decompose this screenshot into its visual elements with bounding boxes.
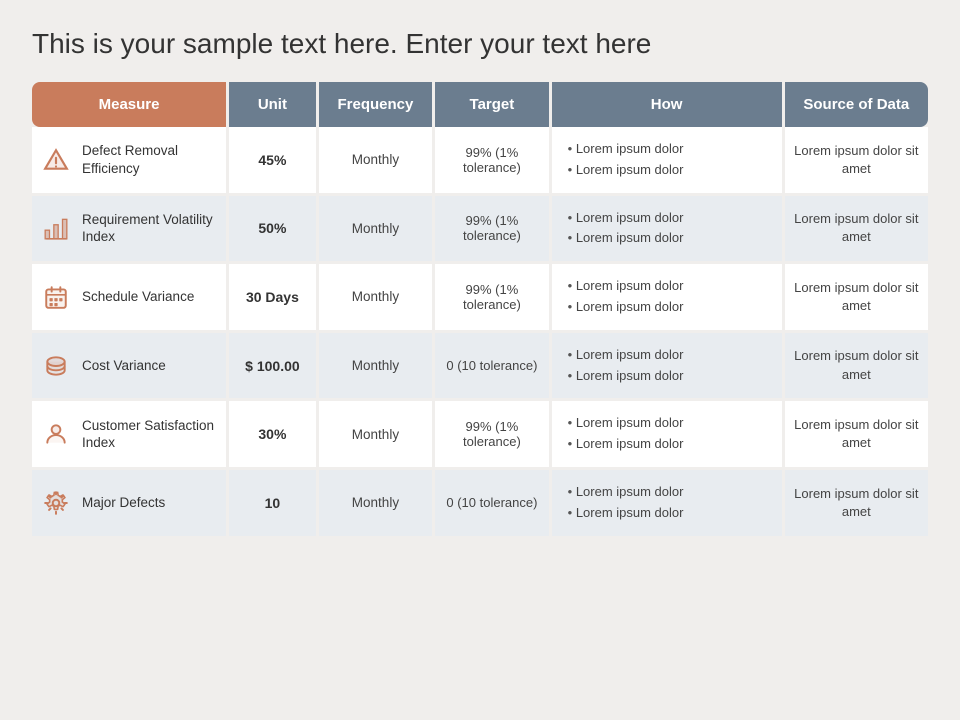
measure-name: Requirement Volatility Index xyxy=(82,211,218,246)
warning-icon xyxy=(40,144,72,176)
how-cell: Lorem ipsum dolorLorem ipsum dolor xyxy=(552,470,785,539)
target-cell: 0 (10 tolerance) xyxy=(435,470,551,539)
how-cell: Lorem ipsum dolorLorem ipsum dolor xyxy=(552,264,785,333)
how-cell: Lorem ipsum dolorLorem ipsum dolor xyxy=(552,333,785,402)
source-cell: Lorem ipsum dolor sit amet xyxy=(785,333,928,402)
frequency-cell: Monthly xyxy=(319,470,435,539)
how-item: Lorem ipsum dolor xyxy=(568,413,774,434)
frequency-cell: Monthly xyxy=(319,264,435,333)
frequency-cell: Monthly xyxy=(319,127,435,196)
frequency-cell: Monthly xyxy=(319,333,435,402)
source-cell: Lorem ipsum dolor sit amet xyxy=(785,127,928,196)
header-measure: Measure xyxy=(32,82,229,127)
how-item: Lorem ipsum dolor xyxy=(568,434,774,455)
measure-cell-customer-satisfaction: Customer Satisfaction Index xyxy=(32,401,229,470)
measure-name: Major Defects xyxy=(82,494,165,512)
header-target: Target xyxy=(435,82,551,127)
money-icon xyxy=(40,350,72,382)
metrics-table: Measure Unit Frequency Target How Source… xyxy=(32,82,928,539)
chart-icon xyxy=(40,212,72,244)
target-cell: 99% (1% tolerance) xyxy=(435,264,551,333)
table-row: Major Defects10Monthly0 (10 tolerance)Lo… xyxy=(32,470,928,539)
table-row: Schedule Variance 30 DaysMonthly99% (1% t… xyxy=(32,264,928,333)
calendar-icon xyxy=(40,281,72,313)
how-item: Lorem ipsum dolor xyxy=(568,139,774,160)
unit-cell: 45% xyxy=(229,127,319,196)
page-title: This is your sample text here. Enter you… xyxy=(32,28,928,60)
how-item: Lorem ipsum dolor xyxy=(568,297,774,318)
table-row: Defect Removal Efficiency 45%Monthly99% (… xyxy=(32,127,928,196)
measure-cell-cost-variance: Cost Variance xyxy=(32,333,229,402)
table-row: Customer Satisfaction Index 30%Monthly99%… xyxy=(32,401,928,470)
header-source: Source of Data xyxy=(785,82,928,127)
how-cell: Lorem ipsum dolorLorem ipsum dolor xyxy=(552,401,785,470)
source-cell: Lorem ipsum dolor sit amet xyxy=(785,264,928,333)
how-item: Lorem ipsum dolor xyxy=(568,228,774,249)
header-unit: Unit xyxy=(229,82,319,127)
unit-cell: 10 xyxy=(229,470,319,539)
source-cell: Lorem ipsum dolor sit amet xyxy=(785,401,928,470)
measure-cell-requirement-volatility: Requirement Volatility Index xyxy=(32,196,229,265)
source-cell: Lorem ipsum dolor sit amet xyxy=(785,196,928,265)
target-cell: 99% (1% tolerance) xyxy=(435,401,551,470)
unit-cell: $ 100.00 xyxy=(229,333,319,402)
measure-cell-defect-removal: Defect Removal Efficiency xyxy=(32,127,229,196)
target-cell: 99% (1% tolerance) xyxy=(435,127,551,196)
frequency-cell: Monthly xyxy=(319,401,435,470)
table-row: Requirement Volatility Index 50%Monthly99… xyxy=(32,196,928,265)
measure-cell-major-defects: Major Defects xyxy=(32,470,229,539)
user-icon xyxy=(40,418,72,450)
how-cell: Lorem ipsum dolorLorem ipsum dolor xyxy=(552,127,785,196)
measure-name: Cost Variance xyxy=(82,357,166,375)
how-item: Lorem ipsum dolor xyxy=(568,345,774,366)
header-how: How xyxy=(552,82,785,127)
how-item: Lorem ipsum dolor xyxy=(568,276,774,297)
measure-cell-schedule-variance: Schedule Variance xyxy=(32,264,229,333)
how-item: Lorem ipsum dolor xyxy=(568,160,774,181)
unit-cell: 50% xyxy=(229,196,319,265)
frequency-cell: Monthly xyxy=(319,196,435,265)
target-cell: 0 (10 tolerance) xyxy=(435,333,551,402)
measure-name: Defect Removal Efficiency xyxy=(82,142,218,177)
how-item: Lorem ipsum dolor xyxy=(568,503,774,524)
source-cell: Lorem ipsum dolor sit amet xyxy=(785,470,928,539)
how-item: Lorem ipsum dolor xyxy=(568,366,774,387)
how-item: Lorem ipsum dolor xyxy=(568,482,774,503)
target-cell: 99% (1% tolerance) xyxy=(435,196,551,265)
unit-cell: 30% xyxy=(229,401,319,470)
header-frequency: Frequency xyxy=(319,82,435,127)
measure-name: Schedule Variance xyxy=(82,288,194,306)
table-row: Cost Variance $ 100.00Monthly0 (10 tolera… xyxy=(32,333,928,402)
how-item: Lorem ipsum dolor xyxy=(568,208,774,229)
gear-icon xyxy=(40,487,72,519)
how-cell: Lorem ipsum dolorLorem ipsum dolor xyxy=(552,196,785,265)
measure-name: Customer Satisfaction Index xyxy=(82,417,218,452)
unit-cell: 30 Days xyxy=(229,264,319,333)
